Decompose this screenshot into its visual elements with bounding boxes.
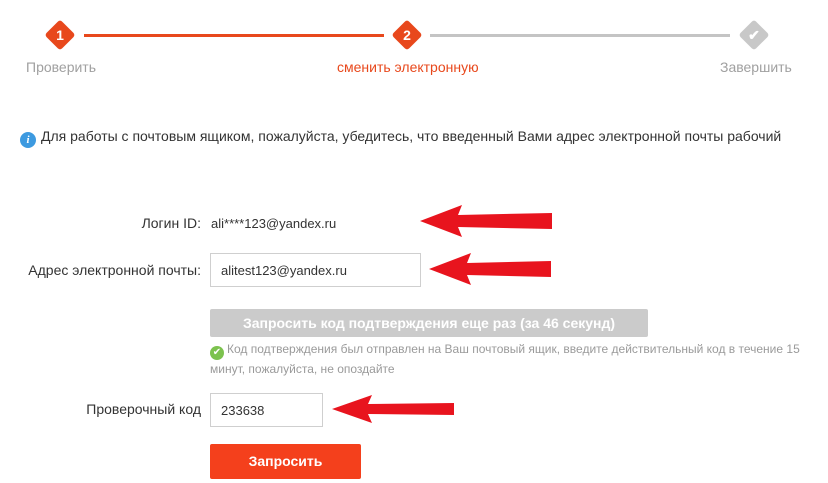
progress-line-pending [430, 34, 730, 37]
annotation-arrow-code-icon [332, 395, 454, 423]
step-3-marker: ✔ [738, 19, 770, 51]
login-label: Логин ID: [141, 215, 201, 231]
submit-button[interactable]: Запросить [210, 444, 361, 479]
annotation-arrow-email-icon [429, 253, 551, 285]
checkmark-icon: ✔ [748, 27, 760, 43]
email-label: Адрес электронной почты: [28, 262, 201, 278]
resend-code-button[interactable]: Запросить код подтверждения еще раз (за … [210, 309, 648, 337]
step-1-label: Проверить [26, 59, 97, 75]
login-value: ali****123@yandex.ru [211, 216, 337, 231]
info-icon: i [20, 132, 36, 148]
code-label: Проверочный код [86, 401, 201, 417]
success-message: ✔ Код подтверждения был отправлен на Ваш … [210, 340, 810, 378]
verification-code-field[interactable] [210, 393, 323, 427]
progress-line-completed [84, 34, 384, 37]
step-1-marker: 1 [44, 19, 76, 51]
success-message-text: Код подтверждения был отправлен на Ваш п… [210, 342, 800, 376]
step-2-marker: 2 [391, 19, 423, 51]
annotation-arrow-login-icon [420, 205, 552, 237]
check-circle-icon: ✔ [210, 346, 224, 360]
notice-text: Для работы с почтовым ящиком, пожалуйста… [41, 128, 782, 144]
step-1-number: 1 [56, 27, 64, 43]
step-2-label: сменить электронную [337, 59, 479, 75]
step-2-number: 2 [403, 27, 411, 43]
email-field[interactable] [210, 253, 421, 287]
notice: i Для работы с почтовым ящиком, пожалуйст… [20, 125, 810, 148]
step-3-label: Завершить [720, 59, 792, 75]
